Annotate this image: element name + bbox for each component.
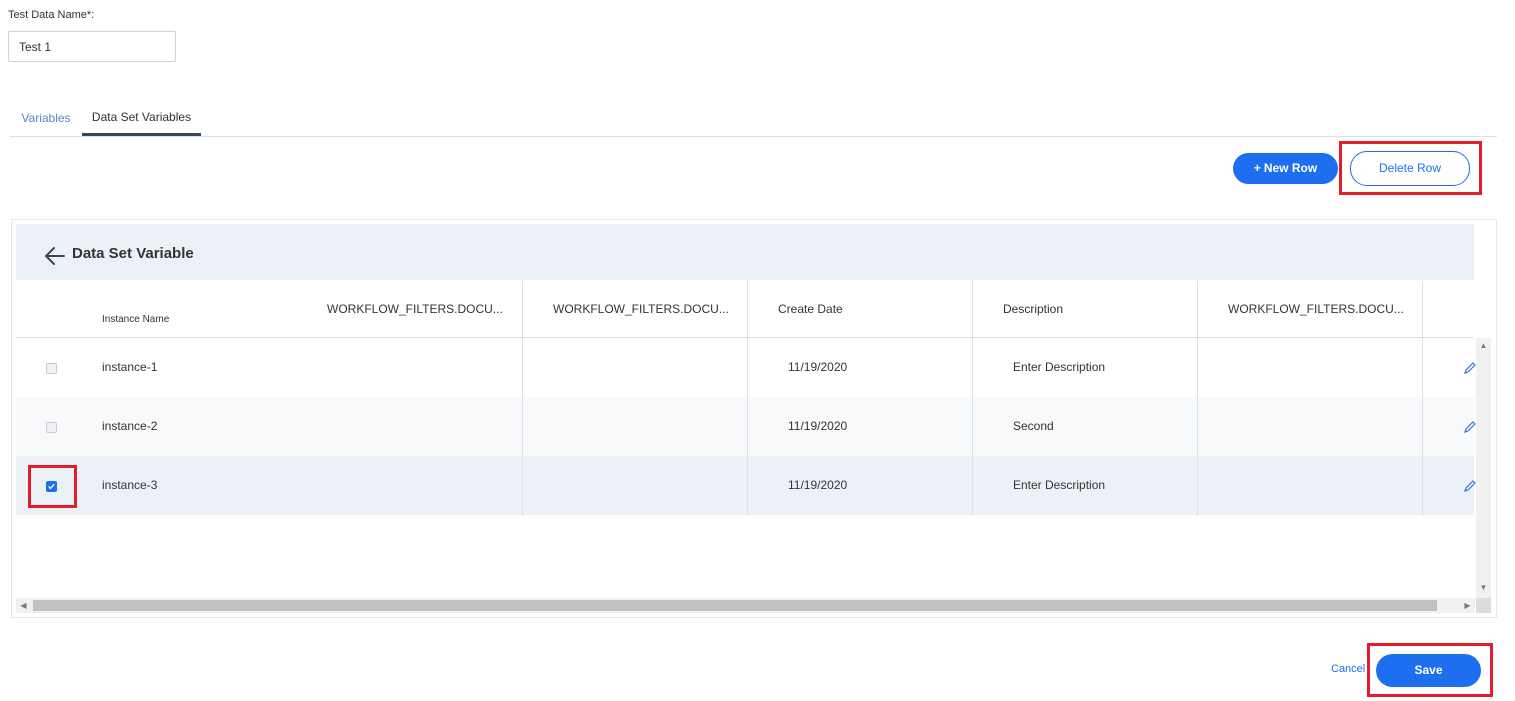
arrow-left-icon[interactable] bbox=[44, 245, 66, 267]
table-row[interactable] bbox=[16, 338, 1474, 397]
instance-name-cell: instance-2 bbox=[102, 419, 158, 433]
horizontal-scroll-thumb[interactable] bbox=[33, 600, 1437, 611]
create-date-cell: 11/19/2020 bbox=[788, 419, 848, 433]
cancel-link[interactable]: Cancel bbox=[1331, 663, 1365, 675]
column-divider bbox=[522, 281, 523, 516]
delete-row-button[interactable]: Delete Row bbox=[1350, 151, 1470, 186]
tab-data-set-variables[interactable]: Data Set Variables bbox=[82, 104, 201, 136]
save-button[interactable]: Save bbox=[1376, 654, 1481, 687]
column-header-description[interactable]: Description bbox=[1003, 281, 1063, 338]
pencil-icon[interactable] bbox=[1463, 479, 1477, 493]
vertical-scrollbar[interactable] bbox=[1476, 338, 1491, 598]
column-divider bbox=[972, 281, 973, 516]
row-checkbox[interactable] bbox=[46, 422, 57, 433]
scrollbar-corner bbox=[1476, 598, 1491, 613]
scroll-left-icon[interactable]: ◀ bbox=[16, 598, 31, 613]
table-row[interactable] bbox=[16, 456, 1474, 515]
column-divider bbox=[1197, 281, 1198, 516]
test-data-name-label: Test Data Name*: bbox=[8, 9, 95, 21]
description-cell[interactable]: Enter Description bbox=[1013, 456, 1105, 515]
description-cell[interactable]: Enter Description bbox=[1013, 338, 1105, 397]
column-header-workflow-filters-3[interactable]: WORKFLOW_FILTERS.DOCU... bbox=[1228, 281, 1404, 338]
tabs-divider bbox=[10, 136, 1497, 137]
column-header-create-date[interactable]: Create Date bbox=[778, 281, 843, 338]
table-row[interactable] bbox=[16, 397, 1474, 456]
instance-name-cell: instance-1 bbox=[102, 360, 158, 374]
plus-icon: + bbox=[1253, 161, 1261, 175]
create-date-cell: 11/19/2020 bbox=[788, 360, 848, 374]
column-header-workflow-filters-2[interactable]: WORKFLOW_FILTERS.DOCU... bbox=[553, 281, 729, 338]
row-checkbox[interactable] bbox=[46, 363, 57, 374]
scroll-up-icon[interactable]: ▲ bbox=[1476, 338, 1491, 353]
tab-variables[interactable]: Variables bbox=[10, 104, 82, 136]
pencil-icon[interactable] bbox=[1463, 420, 1477, 434]
column-divider bbox=[1422, 281, 1423, 516]
instance-name-cell: instance-3 bbox=[102, 478, 158, 492]
create-date-cell: 11/19/2020 bbox=[788, 478, 848, 492]
row-checkbox-checked[interactable] bbox=[46, 481, 57, 492]
new-row-button[interactable]: + New Row bbox=[1233, 153, 1338, 184]
scroll-down-icon[interactable]: ▼ bbox=[1476, 580, 1491, 595]
column-divider bbox=[747, 281, 748, 516]
new-row-label: New Row bbox=[1263, 161, 1318, 175]
panel-title: Data Set Variable bbox=[72, 245, 194, 262]
checkmark-icon bbox=[48, 483, 55, 490]
panel-header bbox=[16, 224, 1474, 280]
column-header-workflow-filters-1[interactable]: WORKFLOW_FILTERS.DOCU... bbox=[327, 281, 503, 338]
scroll-right-icon[interactable]: ▶ bbox=[1460, 598, 1475, 613]
description-cell[interactable]: Second bbox=[1013, 397, 1054, 456]
pencil-icon[interactable] bbox=[1463, 361, 1477, 375]
test-data-name-input[interactable] bbox=[8, 31, 176, 62]
